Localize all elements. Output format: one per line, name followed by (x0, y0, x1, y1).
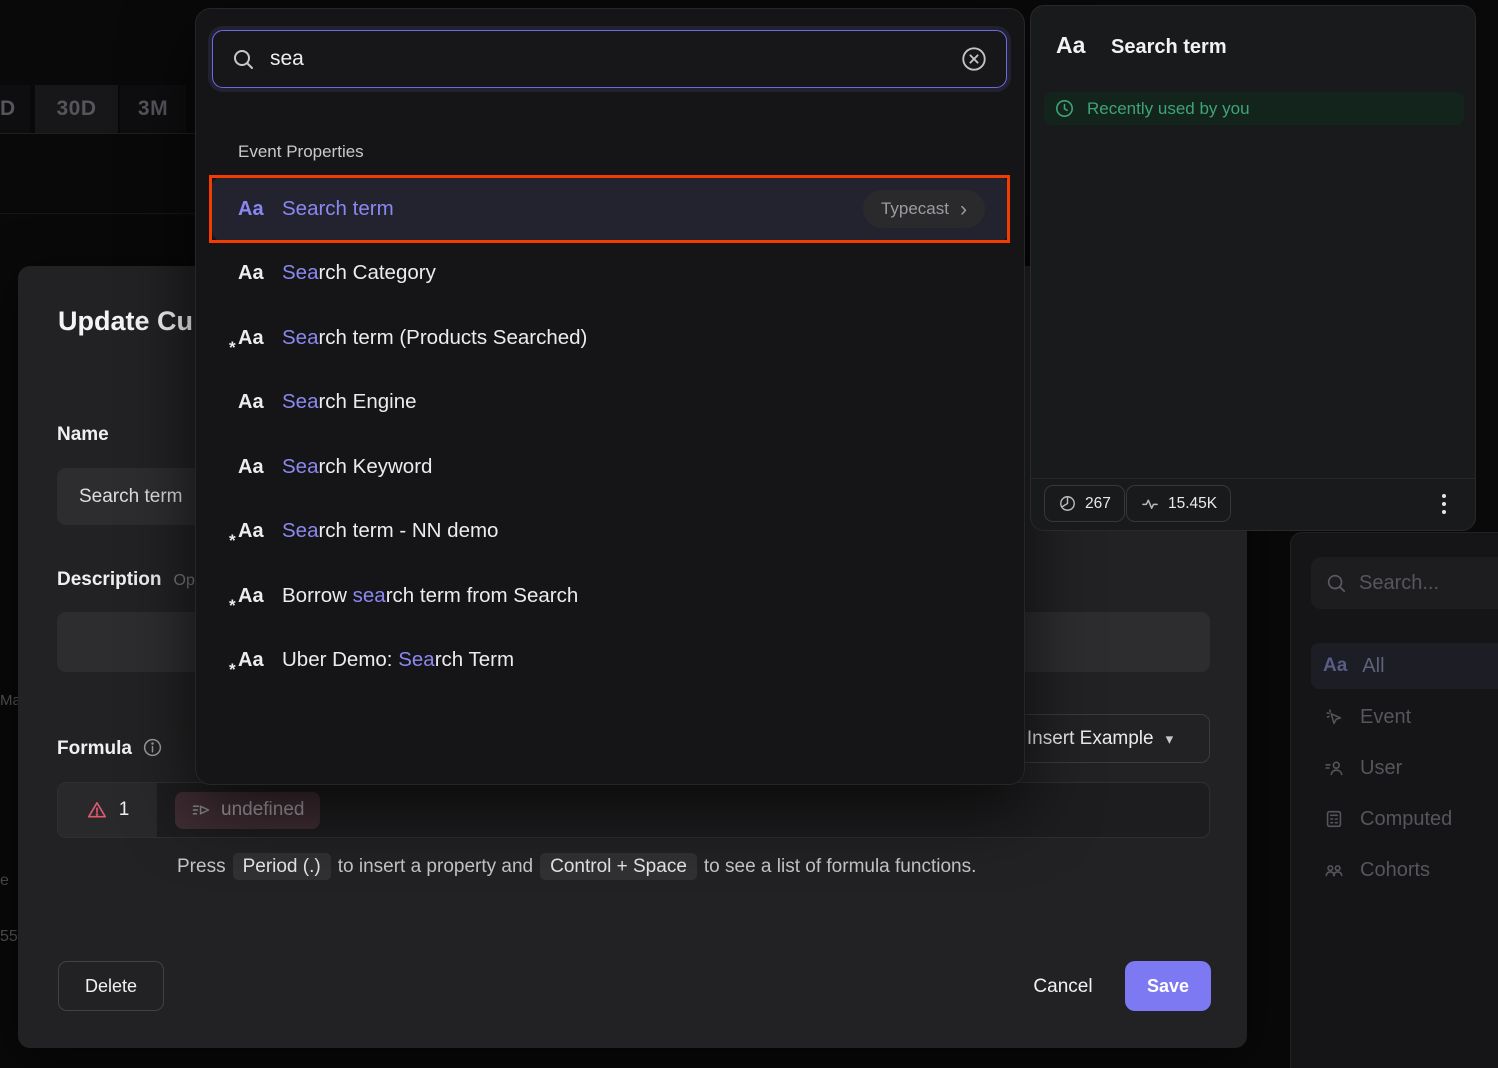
formula-input[interactable]: undefined (158, 783, 1209, 837)
result-borrow-search-term[interactable]: Aa* Borrow search term from Search (212, 564, 1009, 628)
filter-tab-user[interactable]: User (1311, 745, 1498, 791)
property-type-popover: Aa All Event User Computed Cohorts (1290, 532, 1498, 1068)
text-property-icon: Aa (1056, 32, 1085, 59)
text-property-icon: Aa* (238, 391, 282, 414)
text-property-icon: Aa* (238, 649, 282, 672)
result-search-term-nn-demo[interactable]: Aa* Search term - NN demo (212, 499, 1009, 563)
user-icon (1323, 757, 1345, 779)
text-property-icon: Aa* (238, 585, 282, 608)
result-search-keyword[interactable]: Aa* Search Keyword (212, 435, 1009, 499)
kbd-control-space: Control + Space (540, 853, 697, 880)
text-type-icon: Aa (1323, 655, 1347, 677)
undefined-token[interactable]: undefined (175, 792, 320, 829)
filter-tab-computed[interactable]: Computed (1311, 796, 1498, 842)
info-icon[interactable] (142, 737, 163, 764)
time-range-button-30d[interactable]: 30D (35, 85, 118, 133)
chevron-right-icon: › (960, 199, 967, 220)
text-property-icon: Aa* (238, 520, 282, 543)
filter-tab-cohorts[interactable]: Cohorts (1311, 847, 1498, 893)
property-detail-panel: Aa Search term Recently used by you 267 … (1030, 5, 1476, 531)
time-range-button-fragment[interactable]: D (0, 85, 30, 133)
filter-tab-event[interactable]: Event (1311, 694, 1498, 740)
result-search-term[interactable]: Aa* Search term Typecast› (212, 177, 1009, 241)
computed-icon (1323, 808, 1345, 830)
result-uber-demo-search-term[interactable]: Aa* Uber Demo: Search Term (212, 628, 1009, 692)
custom-property-asterisk-icon: * (229, 596, 236, 616)
property-title: Search term (1111, 36, 1227, 59)
chart-axis-fragment: e (0, 872, 9, 890)
cohorts-icon (1323, 859, 1345, 881)
recently-used-badge: Recently used by you (1044, 92, 1464, 125)
search-icon (231, 47, 255, 71)
event-volume-pill[interactable]: 15.45K (1126, 485, 1231, 522)
clock-icon (1054, 98, 1075, 119)
chevron-down-icon: ▾ (1166, 730, 1174, 748)
result-search-engine[interactable]: Aa* Search Engine (212, 370, 1009, 434)
section-header-event-properties: Event Properties (238, 142, 364, 162)
pie-chart-icon (1058, 494, 1077, 513)
custom-property-asterisk-icon: * (229, 531, 236, 551)
modal-title: Update Cu (58, 306, 193, 337)
event-token-icon (191, 800, 211, 820)
search-icon (1325, 572, 1347, 594)
divider (1031, 478, 1475, 479)
save-button[interactable]: Save (1125, 961, 1211, 1011)
cancel-button[interactable]: Cancel (1008, 965, 1118, 1009)
filter-tab-all[interactable]: Aa All (1311, 643, 1498, 689)
text-property-icon: Aa* (238, 327, 282, 350)
warning-icon (86, 799, 108, 821)
clear-search-button[interactable] (960, 45, 988, 73)
distinct-values-pill[interactable]: 267 (1044, 485, 1125, 522)
close-circle-icon (960, 45, 988, 73)
text-property-icon: Aa* (238, 262, 282, 285)
custom-property-asterisk-icon: * (229, 660, 236, 680)
formula-error-count: 1 (58, 783, 158, 837)
formula-hint: PressPeriod (.)to insert a property andC… (177, 856, 976, 878)
event-icon (1323, 706, 1345, 728)
typecast-badge[interactable]: Typecast› (863, 190, 985, 228)
formula-label: Formula (57, 737, 163, 764)
delete-button[interactable]: Delete (58, 961, 164, 1011)
chart-axis-fragment: 55 (0, 928, 18, 946)
formula-row: 1 undefined (57, 782, 1210, 838)
name-label: Name (57, 424, 109, 446)
custom-property-asterisk-icon: * (229, 338, 236, 358)
activity-icon (1140, 494, 1160, 514)
more-options-button[interactable] (1429, 489, 1459, 519)
sidebar-search[interactable] (1311, 557, 1498, 609)
app-screen: D 30D 3M May e 55 Update Cu Name Descrip… (0, 0, 1498, 1068)
property-search-dropdown: Event Properties Aa* Search term Typecas… (195, 8, 1025, 785)
kbd-period: Period (.) (233, 853, 331, 880)
text-property-icon: Aa* (238, 456, 282, 479)
time-range-button-3m[interactable]: 3M (120, 85, 186, 133)
property-search-input[interactable] (270, 47, 945, 71)
result-search-category[interactable]: Aa* Search Category (212, 241, 1009, 305)
result-search-term-products-searched[interactable]: Aa* Search term (Products Searched) (212, 306, 1009, 370)
property-search-box[interactable] (212, 30, 1007, 88)
divider (0, 213, 195, 214)
text-property-icon: Aa* (238, 198, 282, 221)
divider (0, 133, 195, 134)
sidebar-search-input[interactable] (1359, 572, 1479, 595)
